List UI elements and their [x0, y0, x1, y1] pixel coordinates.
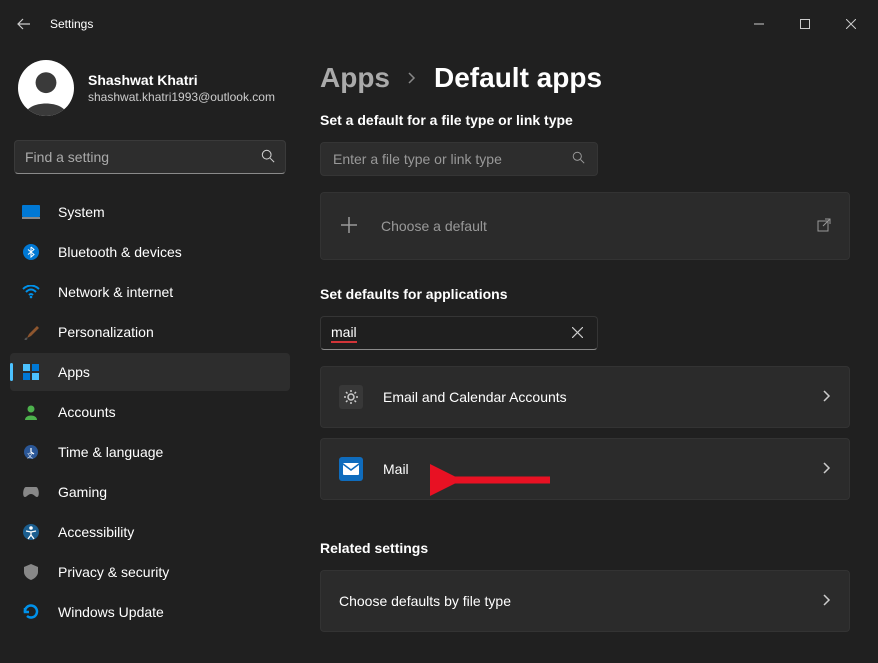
nav-accounts[interactable]: Accounts — [10, 393, 290, 431]
app-label: Email and Calendar Accounts — [383, 389, 801, 405]
choose-default-label: Choose a default — [381, 218, 817, 234]
app-search-value[interactable]: mail — [331, 324, 357, 343]
nav-gaming[interactable]: Gaming — [10, 473, 290, 511]
maximize-button[interactable] — [782, 8, 828, 40]
chevron-right-icon — [821, 389, 831, 405]
close-icon — [846, 19, 856, 29]
nav-apps[interactable]: Apps — [10, 353, 290, 391]
profile-email: shashwat.khatri1993@outlook.com — [88, 90, 275, 104]
accessibility-icon — [22, 523, 40, 541]
update-icon — [22, 603, 40, 621]
related-label: Choose defaults by file type — [339, 593, 821, 609]
profile[interactable]: Shashwat Khatri shashwat.khatri1993@outl… — [8, 48, 292, 136]
avatar — [18, 60, 74, 116]
mail-icon — [339, 457, 363, 481]
maximize-icon — [800, 19, 810, 29]
choose-default-card[interactable]: Choose a default — [320, 192, 850, 260]
nav: System Bluetooth & devices Network & int… — [8, 192, 292, 632]
nav-accessibility[interactable]: Accessibility — [10, 513, 290, 551]
apps-heading: Set defaults for applications — [320, 286, 850, 302]
breadcrumb-current: Default apps — [434, 62, 602, 94]
apps-icon — [22, 363, 40, 381]
brush-icon — [22, 323, 40, 341]
window-title: Settings — [50, 17, 93, 31]
minimize-button[interactable] — [736, 8, 782, 40]
nav-privacy[interactable]: Privacy & security — [10, 553, 290, 591]
filetype-heading: Set a default for a file type or link ty… — [320, 112, 850, 128]
system-icon — [22, 203, 40, 221]
close-icon — [572, 327, 583, 338]
app-search[interactable]: mail — [320, 316, 598, 350]
search-icon — [261, 149, 275, 166]
filetype-input[interactable] — [333, 151, 572, 167]
nav-network[interactable]: Network & internet — [10, 273, 290, 311]
plus-icon — [339, 215, 361, 237]
arrow-left-icon — [16, 16, 32, 32]
nav-personalization[interactable]: Personalization — [10, 313, 290, 351]
minimize-icon — [754, 19, 764, 29]
app-label: Mail — [383, 461, 801, 477]
nav-system[interactable]: System — [10, 193, 290, 231]
clock-icon: 文 — [22, 443, 40, 461]
app-row-email-calendar[interactable]: Email and Calendar Accounts — [320, 366, 850, 428]
game-icon — [22, 483, 40, 501]
breadcrumb: Apps Default apps — [320, 62, 850, 94]
svg-text:文: 文 — [27, 452, 33, 460]
search-icon — [572, 151, 585, 167]
main-content: Apps Default apps Set a default for a fi… — [300, 48, 878, 663]
gear-icon — [339, 385, 363, 409]
related-filetype[interactable]: Choose defaults by file type — [320, 570, 850, 632]
nav-time[interactable]: 文 Time & language — [10, 433, 290, 471]
breadcrumb-parent[interactable]: Apps — [320, 62, 390, 94]
related-heading: Related settings — [320, 540, 850, 556]
chevron-right-icon — [821, 461, 831, 477]
back-button[interactable] — [4, 4, 44, 44]
profile-name: Shashwat Khatri — [88, 72, 275, 88]
shield-icon — [22, 563, 40, 581]
chevron-right-icon — [406, 68, 418, 89]
nav-bluetooth[interactable]: Bluetooth & devices — [10, 233, 290, 271]
sidebar-search[interactable] — [14, 140, 286, 174]
app-row-mail[interactable]: Mail — [320, 438, 850, 500]
wifi-icon — [22, 283, 40, 301]
bluetooth-icon — [22, 243, 40, 261]
nav-update[interactable]: Windows Update — [10, 593, 290, 631]
filetype-search[interactable] — [320, 142, 598, 176]
open-icon — [817, 218, 831, 235]
sidebar: Shashwat Khatri shashwat.khatri1993@outl… — [0, 48, 300, 663]
sidebar-search-input[interactable] — [25, 149, 261, 165]
close-button[interactable] — [828, 8, 874, 40]
person-icon — [22, 403, 40, 421]
chevron-right-icon — [821, 593, 831, 609]
clear-button[interactable] — [568, 321, 587, 345]
